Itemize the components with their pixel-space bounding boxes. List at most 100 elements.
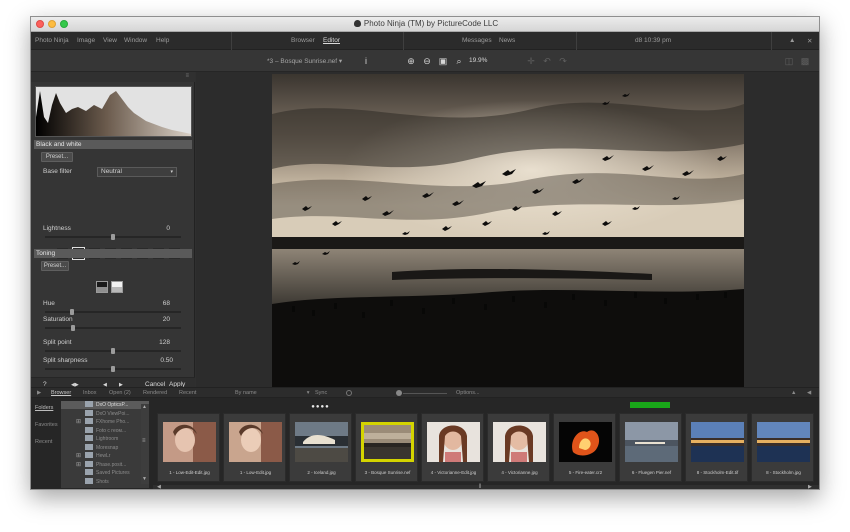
toning-preset-button[interactable]: Preset... — [41, 261, 69, 271]
folder-tree-item[interactable]: ⊞ Phase.posit... — [61, 460, 149, 469]
close-icon[interactable]: ✕ — [807, 37, 812, 45]
slider-handle[interactable] — [111, 234, 115, 240]
menu-view[interactable]: View — [103, 37, 117, 44]
thumbnail[interactable]: 4 - Victorianne.jpg — [487, 413, 550, 482]
zoom-in-icon[interactable]: ⊕ — [405, 55, 417, 67]
zoom-out-icon[interactable]: ⊖ — [421, 55, 433, 67]
split-view-icon[interactable]: ◫ — [783, 55, 795, 67]
info-icon[interactable]: i — [360, 55, 372, 67]
tab-rendered[interactable]: Rendered — [143, 390, 167, 396]
tab-browser-pane[interactable]: Browser — [51, 390, 71, 396]
undo-icon[interactable]: ↶ — [541, 55, 553, 67]
menu-messages[interactable]: Messages — [462, 37, 492, 44]
folder-tree-item[interactable]: Foto с геом... — [61, 426, 149, 435]
sidebar-folders[interactable]: Folders — [35, 405, 53, 411]
thumbnail[interactable]: 1 - Low-Edit.jpg — [223, 413, 286, 482]
sidebar-recent[interactable]: Recent — [35, 439, 52, 445]
menu-window[interactable]: Window — [124, 37, 147, 44]
thumbnail[interactable]: 8 - Stockholm-Edit.tif — [685, 413, 748, 482]
slider-handle[interactable] — [111, 348, 115, 354]
folder-tree-item[interactable]: ⊞ FXhome Pho... — [61, 418, 149, 426]
collapse-browser-icon[interactable]: ▶ — [37, 390, 41, 396]
thumbnail-image[interactable] — [625, 422, 678, 462]
folder-tree-item[interactable]: DxO ViewPoi... — [61, 409, 149, 418]
highlight-tone-swatch[interactable] — [111, 281, 123, 293]
tab-browser[interactable]: Browser — [291, 37, 315, 44]
bw-preset-button[interactable]: Preset... — [41, 152, 73, 162]
zoom-tool-icon[interactable]: ⌕ — [453, 55, 465, 67]
split-sharpness-slider[interactable] — [45, 366, 181, 372]
tab-recent[interactable]: Recent — [179, 390, 196, 396]
tab-open[interactable]: Open (2) — [109, 390, 131, 396]
thumbnail[interactable]: 1 - Low-Edit-Edit.jpg — [157, 413, 220, 482]
menu-help[interactable]: Help — [156, 37, 169, 44]
image-canvas[interactable] — [196, 72, 819, 387]
crosshair-icon[interactable]: ✛ — [525, 55, 537, 67]
menu-news[interactable]: News — [499, 37, 515, 44]
expand-folder-icon[interactable]: ⊞ — [76, 418, 81, 425]
folder-tree-item[interactable]: Shots — [61, 477, 149, 486]
thumbnail-image[interactable] — [757, 422, 810, 462]
thumbnail-image[interactable] — [361, 422, 414, 462]
slider-handle[interactable] — [111, 366, 115, 372]
base-filter-select[interactable]: Neutral ▾ — [97, 167, 177, 177]
thumbnail-size-slider-handle[interactable] — [396, 390, 402, 396]
thumbnail-image[interactable] — [559, 422, 612, 462]
scroll-grip-icon[interactable]: ≡ — [142, 438, 146, 444]
thumbnail[interactable]: 3 - Bosque Sunrise.nef — [355, 413, 418, 482]
folder-tree-item[interactable]: Saved Pictures — [61, 469, 149, 477]
section-black-and-white[interactable]: Black and white — [34, 140, 192, 149]
grid-view-icon[interactable]: ▩ — [799, 55, 811, 67]
split-point-slider[interactable] — [45, 348, 181, 354]
scroll-left-icon[interactable]: ◀ — [157, 484, 161, 489]
thumbnail-image[interactable] — [493, 422, 546, 462]
thumbnail[interactable]: 4 - Victorianne-Edit.jpg — [421, 413, 484, 482]
fit-to-window-icon[interactable]: ▣ — [437, 55, 449, 67]
thumbnail-size-slider[interactable] — [403, 393, 447, 394]
thumbnail-image[interactable] — [295, 422, 348, 462]
scroll-right-icon[interactable]: ▶ — [808, 484, 812, 489]
saturation-slider[interactable] — [45, 325, 181, 331]
folder-tree-scrollbar[interactable]: ▲ ≡ ▼ — [141, 404, 149, 484]
sidebar-favorites[interactable]: Favorites — [35, 422, 58, 428]
scroll-handle-icon[interactable]: ‖ — [479, 484, 481, 489]
collapse-up-icon[interactable]: ▲ — [789, 37, 795, 44]
sort-select[interactable]: By name ▾ — [235, 390, 309, 396]
menu-photo-ninja[interactable]: Photo Ninja — [35, 37, 69, 44]
thumbnail-image[interactable] — [691, 422, 744, 462]
lightness-slider[interactable] — [45, 234, 181, 240]
expand-folder-icon[interactable]: ⊞ — [76, 452, 81, 459]
tab-inbox[interactable]: Inbox — [83, 390, 96, 396]
sync-toggle[interactable]: Sync — [315, 390, 327, 396]
slider-handle[interactable] — [70, 309, 75, 315]
redo-icon[interactable]: ↷ — [557, 55, 569, 67]
photo-preview[interactable] — [272, 74, 744, 387]
options-button[interactable]: Options... — [456, 390, 480, 396]
menu-image[interactable]: Image — [77, 37, 95, 44]
thumbnail-image[interactable] — [163, 422, 216, 462]
folder-tree-item[interactable]: DxO OpticsP... — [61, 401, 149, 409]
expand-browser-icon[interactable]: ▲ — [791, 390, 796, 396]
thumbnail[interactable]: 6 - Fluegen Pier.nef — [619, 413, 682, 482]
expand-folder-icon[interactable]: ⊞ — [76, 461, 81, 468]
collapse-right-icon[interactable]: ◀ — [807, 390, 811, 396]
slider-handle[interactable] — [71, 325, 76, 331]
filename-dropdown[interactable]: *3 – Bosque Sunrise.nef ▾ — [267, 57, 342, 65]
thumbnail[interactable]: 2 - Iceland.jpg — [289, 413, 352, 482]
thumbnail-image[interactable] — [427, 422, 480, 462]
section-toning[interactable]: Toning — [34, 249, 192, 258]
thumbnail[interactable]: 5 - Fire-eater.cr2 — [553, 413, 616, 482]
folder-tree-item[interactable]: Moresnap — [61, 443, 149, 452]
thumbnail-scrollbar[interactable]: ◀ ‖ ▶ — [153, 484, 819, 489]
folder-tree-item[interactable]: Lightroom — [61, 435, 149, 443]
panel-menu-icon[interactable]: ≡ — [185, 73, 189, 79]
thumbnail[interactable]: 8 - Stockholm.jpg — [751, 413, 814, 482]
thumbnail-image[interactable] — [229, 422, 282, 462]
shadow-tone-swatch[interactable] — [96, 281, 108, 293]
folder-tree-item[interactable]: ⊞ HewLr — [61, 452, 149, 460]
scroll-up-icon[interactable]: ▲ — [142, 404, 147, 410]
scroll-down-icon[interactable]: ▼ — [142, 476, 147, 482]
hue-slider[interactable] — [45, 309, 181, 315]
thumbnail-caption: 4 - Victorianne.jpg — [501, 470, 538, 475]
tab-editor[interactable]: Editor — [323, 37, 340, 44]
